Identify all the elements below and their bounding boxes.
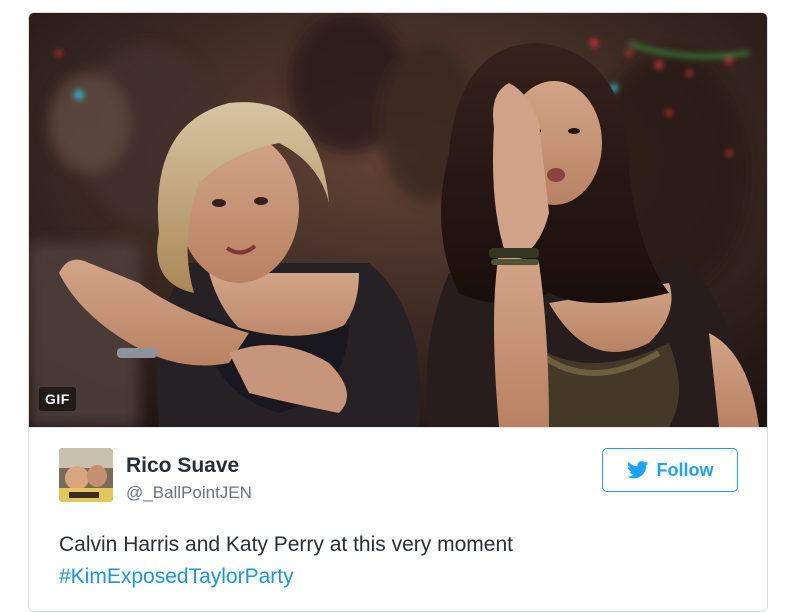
gif-media[interactable]: GIF — [29, 13, 767, 427]
author-handle[interactable]: @_BallPointJEN — [126, 483, 252, 503]
embedded-tweet-card: GIF Rico Suave @_BallPointJEN Follow Cal… — [28, 12, 768, 612]
avatar[interactable] — [59, 448, 113, 502]
card-divider — [29, 427, 767, 428]
tweet-text: Calvin Harris and Katy Perry at this ver… — [59, 533, 513, 556]
gif-badge: GIF — [39, 387, 76, 411]
follow-button[interactable]: Follow — [602, 448, 738, 492]
author-display-name[interactable]: Rico Suave — [126, 454, 239, 478]
gif-still-image — [29, 13, 767, 427]
hashtag-link[interactable]: #KimExposedTaylorParty — [59, 565, 294, 589]
user-avatar-icon — [59, 448, 113, 502]
twitter-bird-icon — [626, 461, 648, 479]
follow-button-label: Follow — [656, 459, 714, 480]
